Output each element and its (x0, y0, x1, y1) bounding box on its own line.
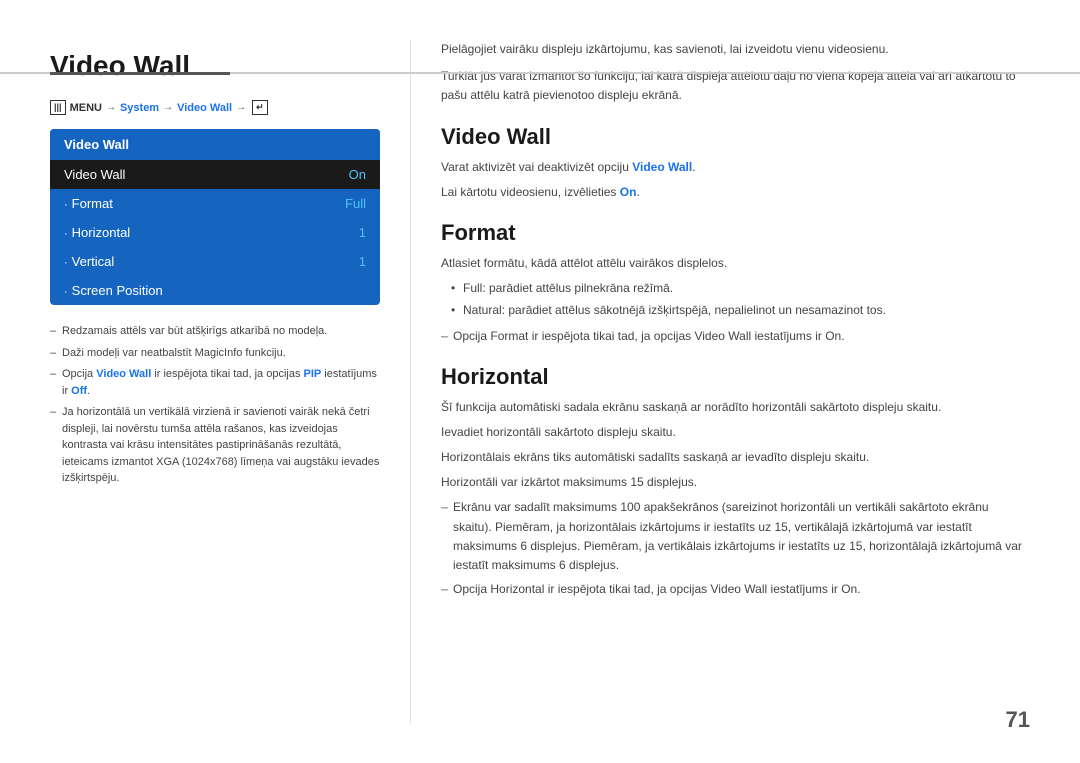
left-column: Video Wall ||| MENU → System → Video Wal… (50, 40, 410, 723)
section-heading-videowall: Video Wall (441, 124, 1030, 150)
section-body-horiz-3: Horizontālais ekrāns tiks automātiski sa… (441, 448, 1030, 467)
menu-item-videowall-label: Video Wall (64, 167, 125, 182)
menu-item-videowall-value: On (349, 167, 366, 182)
menu-box: Video Wall Video Wall On ·Format Full ·H… (50, 129, 380, 305)
page-number: 71 (1006, 707, 1030, 733)
format-bullets: Full: parādiet attēlus pilnekrāna režīmā… (451, 279, 1030, 320)
menu-item-horizontal-label: ·Horizontal (64, 225, 130, 240)
section-body-vw-2: Lai kārtotu videosienu, izvēlieties On. (441, 183, 1030, 202)
note-item-3: Opcija Video Wall ir iespējota tikai tad… (50, 366, 380, 399)
section-body-horiz-1: Šī funkcija automātiski sadala ekrānu sa… (441, 398, 1030, 417)
vwall-label: Video Wall (177, 102, 232, 114)
note-item-2: Daži modeļi var neatbalstīt MagicInfo fu… (50, 345, 380, 362)
section-body-horiz-2: Ievadiet horizontāli sakārtoto displeju … (441, 423, 1030, 442)
enter-icon: ↵ (252, 100, 268, 115)
intro-line-1: Pielāgojiet vairāku displeju izkārtojumu… (441, 40, 1030, 59)
section-heading-horizontal: Horizontal (441, 364, 1030, 390)
menu-item-format[interactable]: ·Format Full (50, 189, 380, 218)
menu-item-videowall[interactable]: Video Wall On (50, 160, 380, 189)
menu-item-vertical-value: 1 (359, 254, 366, 269)
menu-item-vertical[interactable]: ·Vertical 1 (50, 247, 380, 276)
menu-item-horizontal-value: 1 (359, 225, 366, 240)
horizontal-dash-note-2: Opcija Horizontal ir iespējota tikai tad… (441, 580, 1030, 599)
right-column: Pielāgojiet vairāku displeju izkārtojumu… (410, 40, 1030, 723)
menu-item-screenposition-label: ·Screen Position (64, 283, 163, 298)
menu-item-screenposition[interactable]: ·Screen Position (50, 276, 380, 305)
menu-path: ||| MENU → System → Video Wall → ↵ (50, 100, 380, 115)
section-body-horiz-4: Horizontāli var izkārtot maksimums 15 di… (441, 473, 1030, 492)
arrow1: → (106, 102, 116, 113)
note-item-1: Redzamais attēls var būt atšķirīgs atkar… (50, 323, 380, 340)
section-heading-format: Format (441, 220, 1030, 246)
format-dash-note: Opcija Format ir iespējota tikai tad, ja… (441, 327, 1030, 346)
menu-item-format-label: ·Format (64, 196, 113, 211)
page-title: Video Wall (50, 50, 380, 82)
menu-item-horizontal[interactable]: ·Horizontal 1 (50, 218, 380, 247)
menu-item-format-value: Full (345, 196, 366, 211)
menu-label: MENU (70, 102, 102, 114)
note-item-4: Ja horizontālā un vertikālā virzienā ir … (50, 404, 380, 487)
arrow3: → (236, 102, 246, 113)
menu-box-title: Video Wall (50, 129, 380, 160)
section-body-format-1: Atlasiet formātu, kādā attēlot attēlu va… (441, 254, 1030, 273)
system-label: System (120, 102, 159, 114)
section-body-vw-1: Varat aktivizēt vai deaktivizēt opciju V… (441, 158, 1030, 177)
format-bullet-natural: Natural: parādiet attēlus sākotnējā izšķ… (451, 301, 1030, 320)
arrow2: → (163, 102, 173, 113)
menu-item-vertical-label: ·Vertical (64, 254, 114, 269)
notes-section: Redzamais attēls var būt atšķirīgs atkar… (50, 323, 380, 487)
horizontal-dash-note-1: Ekrānu var sadalīt maksimums 100 apakšek… (441, 498, 1030, 575)
format-bullet-full: Full: parādiet attēlus pilnekrāna režīmā… (451, 279, 1030, 298)
menu-icon: ||| (50, 100, 66, 115)
